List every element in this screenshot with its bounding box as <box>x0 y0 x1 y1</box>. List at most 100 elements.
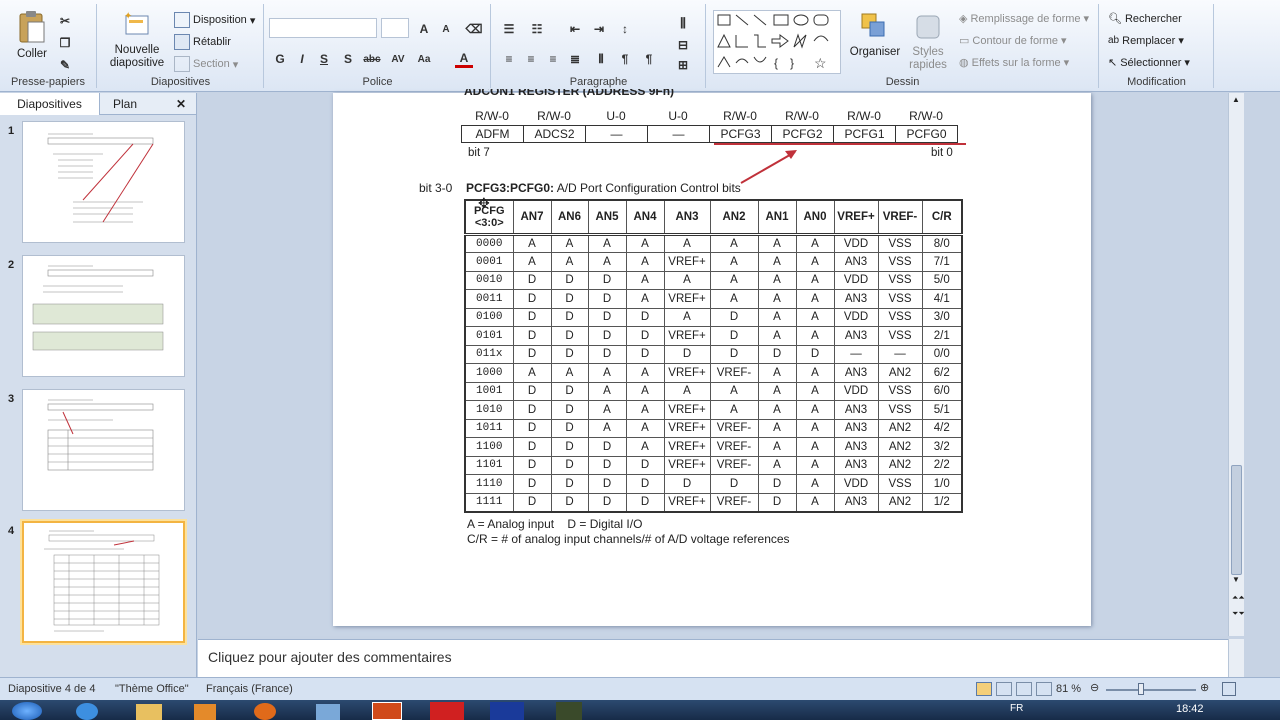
section-button[interactable]: Section ▾ <box>174 56 238 72</box>
select-icon: ↖ <box>1108 57 1118 69</box>
register-bit: PCFG2 <box>771 125 834 143</box>
font-color-icon[interactable]: A <box>455 50 473 68</box>
scroll-thumb[interactable] <box>1231 465 1242 575</box>
notes-placeholder: Cliquez pour ajouter des commentaires <box>208 649 452 665</box>
increase-indent-icon[interactable]: ⇥ <box>590 20 608 38</box>
zoom-level[interactable]: 81 % <box>1056 683 1081 695</box>
pcfg-cell: D <box>587 474 627 494</box>
slide-sorter-icon[interactable] <box>996 682 1012 696</box>
ltr-icon[interactable]: ¶ <box>640 50 658 68</box>
reading-view-icon[interactable] <box>1016 682 1032 696</box>
slide-thumbnail-2[interactable] <box>22 255 185 377</box>
strikethrough-icon[interactable]: abc <box>363 50 381 68</box>
zoom-slider[interactable] <box>1106 689 1196 691</box>
select-button[interactable]: ↖ Sélectionner ▾ <box>1108 56 1190 70</box>
paste-button[interactable]: Coller <box>10 10 54 61</box>
shape-outline-icon: ▭ <box>959 35 970 47</box>
firefox-icon[interactable] <box>254 703 276 720</box>
align-center-icon[interactable]: ≡ <box>522 50 540 68</box>
text-direction-icon[interactable]: ⫼ <box>674 14 692 32</box>
cut-icon[interactable]: ✂ <box>56 12 74 30</box>
scroll-up-icon[interactable]: ▲ <box>1232 95 1240 104</box>
language[interactable]: Français (France) <box>206 683 293 695</box>
bullets-icon[interactable]: ☰ <box>500 20 518 38</box>
new-slide-button[interactable]: ✦ Nouvelle diapositive <box>106 10 168 70</box>
decrease-indent-icon[interactable]: ⇤ <box>566 20 584 38</box>
start-button[interactable] <box>12 702 42 720</box>
columns-icon[interactable]: ⫴ <box>592 50 610 68</box>
arrange-button[interactable]: Organiser <box>847 12 903 59</box>
next-slide-icon[interactable]: ⏷⏷ <box>1232 609 1245 619</box>
pcfg-cell: VREF- <box>709 455 759 475</box>
align-text-icon[interactable]: ⊟ <box>674 36 692 54</box>
rtl-icon[interactable]: ¶ <box>616 50 634 68</box>
slide-thumbnail-1[interactable] <box>22 121 185 243</box>
notes-pane[interactable]: Cliquez pour ajouter des commentaires <box>198 639 1228 677</box>
align-right-icon[interactable]: ≡ <box>544 50 562 68</box>
underline-icon[interactable]: S <box>315 50 333 68</box>
zoom-out-icon[interactable]: ⊖ <box>1090 681 1099 694</box>
font-size-field[interactable] <box>381 18 409 38</box>
slide-canvas[interactable]: ADCON1 REGISTER (ADDRESS 9Fh) R/W-0 R/W-0… <box>333 89 1091 626</box>
pcfg-cell: A <box>757 455 797 475</box>
zoom-in-icon[interactable]: ⊕ <box>1200 681 1209 694</box>
justify-icon[interactable]: ≣ <box>566 50 584 68</box>
pcfg-cell: 4/1 <box>921 289 963 309</box>
fit-to-window-icon[interactable] <box>1222 682 1236 696</box>
format-painter-icon[interactable]: ✎ <box>56 56 74 74</box>
slide-thumbnail-4[interactable] <box>22 521 185 643</box>
bold-icon[interactable]: G <box>271 50 289 68</box>
italic-icon[interactable]: I <box>293 50 311 68</box>
register-bit: ADCS2 <box>523 125 586 143</box>
align-left-icon[interactable]: ≡ <box>500 50 518 68</box>
pcfg-row: 0001 A A A A VREF+ A A A AN3 VSS 7/1 <box>464 252 963 272</box>
layout-button[interactable]: Disposition ▾ <box>174 12 255 28</box>
theme-name[interactable]: "Thème Office" <box>115 683 189 695</box>
reset-button[interactable]: Rétablir <box>174 34 231 50</box>
pcfg-cell: 0010 <box>464 270 514 290</box>
line-spacing-icon[interactable]: ↕ <box>616 20 634 38</box>
smartart-icon[interactable]: ⊞ <box>674 56 692 74</box>
clear-format-icon[interactable]: ⌫ <box>465 20 483 38</box>
explorer-icon[interactable] <box>136 704 162 720</box>
pcfg-cell: 0101 <box>464 326 514 346</box>
quick-styles-button[interactable]: Styles rapides <box>903 12 953 72</box>
shapes-gallery[interactable]: {} ☆ <box>713 10 841 74</box>
tab-slides[interactable]: Diapositives <box>0 93 100 115</box>
pcfg-cell: A <box>795 270 835 290</box>
notes-scrollbar[interactable] <box>1228 639 1244 677</box>
grow-font-icon[interactable]: A <box>415 20 433 38</box>
numbering-icon[interactable]: ☷ <box>528 20 546 38</box>
scroll-down-icon[interactable]: ▼ <box>1232 575 1240 584</box>
pcfg-cell: A <box>550 233 589 253</box>
slide-thumbnail-3[interactable] <box>22 389 185 511</box>
case-icon[interactable]: Aa <box>415 50 433 68</box>
font-name-field[interactable] <box>269 18 377 38</box>
slideshow-icon[interactable] <box>1036 682 1052 696</box>
tab-outline[interactable]: Plan <box>100 93 150 115</box>
shadow-icon[interactable]: S <box>339 50 357 68</box>
shape-outline-button[interactable]: ▭ Contour de forme ▾ <box>959 34 1067 48</box>
powerpoint-icon[interactable] <box>372 702 402 720</box>
shape-effects-button[interactable]: ◍ Effets sur la forme ▾ <box>959 56 1069 70</box>
network-app-icon[interactable] <box>316 704 340 720</box>
close-panel-icon[interactable]: ✕ <box>176 93 192 115</box>
tool-app-icon[interactable] <box>556 702 582 720</box>
shape-fill-button[interactable]: ◈ Remplissage de forme ▾ <box>959 12 1089 26</box>
shrink-font-icon[interactable]: A <box>437 20 455 38</box>
copy-icon[interactable]: ❐ <box>56 34 74 52</box>
media-player-icon[interactable] <box>194 704 216 720</box>
find-button[interactable]: 🔍︎ Rechercher <box>1108 12 1182 26</box>
vertical-scrollbar[interactable]: ▲ ▼ ⏶⏶ ⏷⏷ <box>1228 93 1245 636</box>
isis-app-icon[interactable] <box>490 702 524 720</box>
ccs-app-icon[interactable] <box>430 702 464 720</box>
normal-view-icon[interactable] <box>976 682 992 696</box>
svg-text:}: } <box>790 56 794 70</box>
prev-slide-icon[interactable]: ⏶⏶ <box>1232 593 1245 603</box>
spacing-icon[interactable]: AV <box>389 50 407 68</box>
ie-icon[interactable] <box>76 703 98 720</box>
replace-button[interactable]: ab Remplacer ▾ <box>1108 34 1184 48</box>
language-indicator[interactable]: FR <box>1010 703 1023 714</box>
zoom-slider-thumb[interactable] <box>1138 683 1144 695</box>
clock[interactable]: 18:42 <box>1176 703 1204 715</box>
